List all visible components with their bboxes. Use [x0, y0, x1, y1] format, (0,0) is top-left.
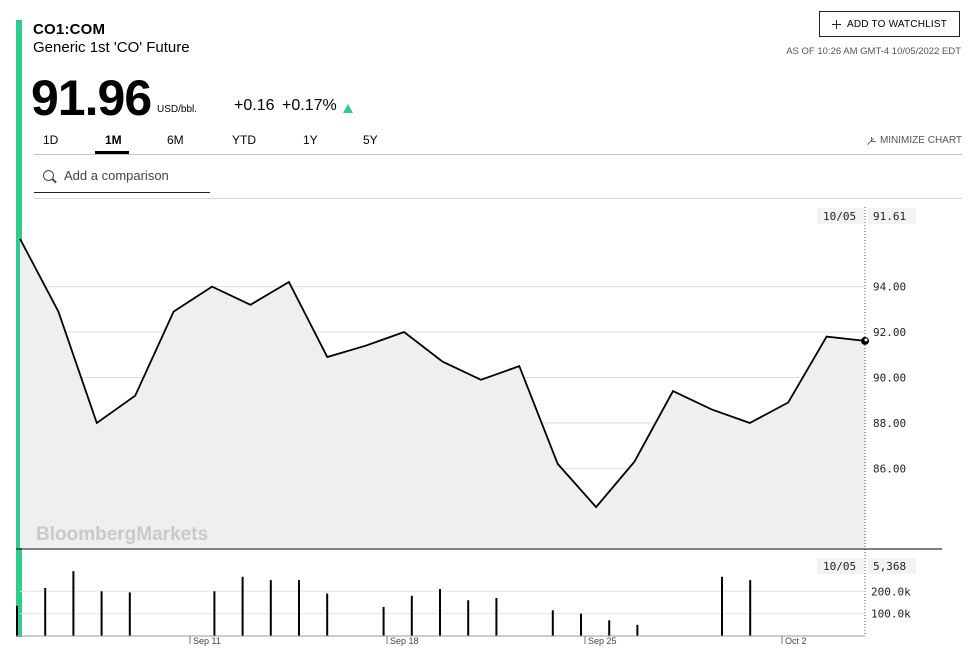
volume-bar [16, 605, 18, 636]
price-area [20, 238, 865, 549]
price-y-tick-label: 90.00 [873, 372, 906, 385]
price-y-tick-label: 86.00 [873, 462, 906, 475]
price-y-tick-label: 92.00 [873, 326, 906, 339]
volume-y-tick-label: 100.0k [871, 608, 911, 621]
last-value-label: 91.61 [873, 210, 906, 223]
volume-bar [100, 591, 103, 636]
volume-bar [213, 591, 216, 636]
x-tick-label: Oct 2 [785, 636, 807, 646]
bloomberg-watermark: BloombergMarkets [36, 524, 208, 545]
volume-bar [382, 606, 385, 636]
volume-bar [326, 593, 329, 636]
volume-last-date-label: 10/05 [823, 560, 856, 573]
volume-bar [608, 620, 611, 636]
volume-bar [128, 592, 131, 636]
volume-bar [44, 587, 47, 636]
volume-y-tick-label: 200.0k [871, 585, 911, 598]
volume-bar [298, 580, 300, 636]
volume-bar [72, 571, 75, 636]
x-tick-label: Sep 11 [193, 636, 221, 646]
x-tick-label: Sep 25 [588, 636, 617, 646]
x-tick-label: Sep 18 [390, 636, 419, 646]
volume-bar [580, 613, 582, 636]
volume-bar [269, 580, 272, 636]
volume-bar [439, 589, 441, 636]
volume-last-value-label: 5,368 [873, 560, 906, 573]
price-y-tick-label: 88.00 [873, 417, 906, 430]
volume-bar [551, 610, 554, 636]
volume-bar [495, 598, 498, 636]
last-date-label: 10/05 [823, 210, 856, 223]
volume-bar [749, 580, 752, 636]
price-y-tick-label: 94.00 [873, 281, 906, 294]
volume-bar [636, 624, 639, 636]
last-price-marker-highlight [864, 338, 868, 342]
volume-bar [241, 576, 244, 636]
price-chart: 86.00 88.00 90.00 92.00 94.00 BloombergMarket… [16, 207, 942, 646]
volume-bar [721, 576, 723, 636]
volume-bar [410, 595, 413, 636]
volume-bar [467, 600, 470, 636]
